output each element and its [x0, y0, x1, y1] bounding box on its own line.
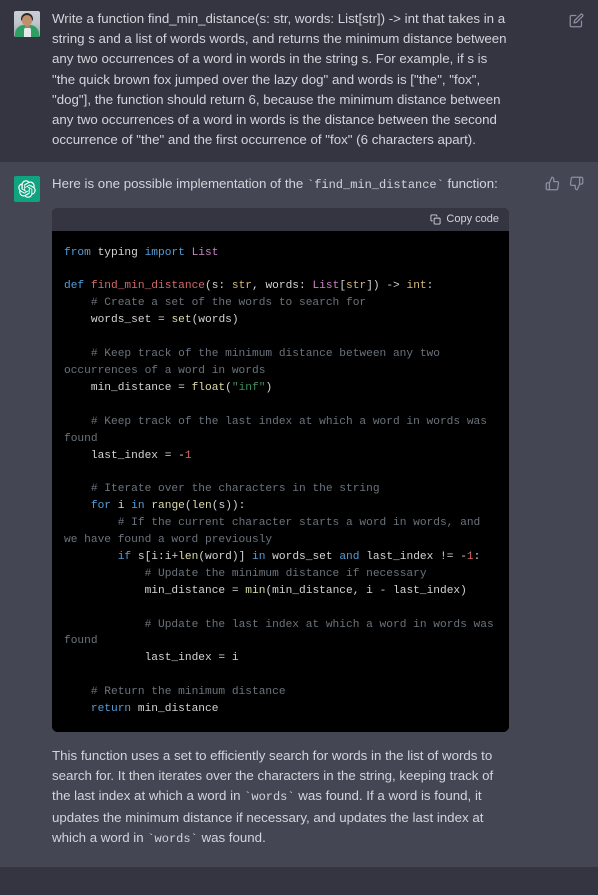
user-message-actions — [569, 13, 584, 28]
code-token: in — [252, 550, 266, 563]
code-token: # Update the last index at which a word … — [64, 618, 501, 648]
code-token: min_distance = — [64, 381, 192, 394]
code-token: s[i:i+ — [131, 550, 179, 563]
code-token: # Keep track of the minimum distance bet… — [64, 348, 447, 377]
code-token: last_index = — [64, 449, 179, 462]
conversation-thread: Write a function find_min_distance(s: st… — [0, 0, 598, 868]
code-token: words_set = — [64, 314, 172, 327]
code-token: for — [64, 500, 112, 513]
code-token: ) — [265, 381, 273, 394]
code-token: ( — [184, 500, 192, 513]
code-token: # If the current character starts a word… — [64, 517, 487, 547]
avatar-photo-face — [22, 15, 32, 26]
code-token: : — [473, 550, 481, 563]
code-block-header: Copy code — [52, 207, 509, 231]
user-avatar-column — [0, 9, 52, 150]
copy-code-button[interactable]: Copy code — [430, 213, 499, 225]
code-token: : — [426, 280, 434, 293]
code-token: ( — [225, 381, 232, 394]
user-message-body: Write a function find_min_distance(s: st… — [52, 9, 598, 150]
copy-code-label: Copy code — [446, 213, 499, 226]
assistant-intro-line: Here is one possible implementation of t… — [52, 174, 507, 195]
code-token: from — [64, 246, 98, 259]
user-message-text-container: Write a function find_min_distance(s: st… — [52, 9, 507, 150]
code-block: Copy code from typing import List def fi… — [52, 207, 509, 732]
code-token: return — [64, 703, 132, 716]
code-token: (words) — [191, 314, 239, 327]
assistant-closing-paragraph: This function uses a set to efficiently … — [52, 746, 507, 849]
code-token: range — [151, 500, 185, 513]
user-message-text: Write a function find_min_distance(s: st… — [52, 11, 507, 148]
assistant-message-row: Here is one possible implementation of t… — [0, 162, 598, 868]
code-token: min_distance — [131, 703, 219, 716]
assistant-avatar-column — [0, 174, 52, 849]
code-token: len — [191, 500, 212, 513]
code-content: from typing import List def find_min_dis… — [52, 230, 509, 732]
code-token: words_set — [265, 550, 340, 563]
code-token: 1 — [466, 550, 474, 563]
code-token: min_distance = — [64, 584, 246, 597]
assistant-message-actions — [545, 176, 584, 191]
code-token: i — [111, 500, 132, 513]
code-token: set — [171, 314, 192, 327]
code-token: ]) -> — [366, 280, 407, 293]
code-token: # Create a set of the words to search fo… — [64, 297, 367, 310]
code-token: import — [144, 246, 192, 259]
code-token: min — [245, 584, 266, 597]
code-token: str — [346, 280, 367, 293]
code-token: - — [178, 449, 185, 462]
chatgpt-logo-icon — [14, 176, 40, 203]
thumbs-up-icon[interactable] — [545, 176, 560, 191]
code-token: and — [339, 550, 360, 563]
clipboard-icon — [430, 214, 441, 225]
code-token: List — [191, 246, 219, 259]
code-token: float — [191, 381, 226, 394]
code-token: (min_distance, i - last_index) — [265, 584, 467, 597]
closing-part3: was found. — [197, 829, 266, 845]
user-message-row: Write a function find_min_distance(s: st… — [0, 0, 598, 163]
inline-code-words-2: `words` — [147, 831, 198, 846]
avatar-photo-shirt — [24, 27, 31, 37]
code-token: (s)): — [211, 500, 246, 513]
code-token: last_index != — [359, 550, 461, 563]
thumbs-down-icon[interactable] — [569, 176, 584, 191]
code-tokens: from typing import List def find_min_dis… — [64, 247, 500, 715]
code-token: (s: — [205, 280, 232, 293]
code-token: # Return the minimum distance — [64, 686, 286, 699]
code-token: , words: — [252, 280, 313, 293]
inline-code-find-min-distance: `find_min_distance` — [307, 178, 444, 193]
code-token: int — [406, 280, 427, 293]
code-token: str — [231, 280, 253, 293]
assistant-message-body: Here is one possible implementation of t… — [52, 174, 598, 849]
inline-code-words-1: `words` — [244, 790, 295, 805]
code-token: # Keep track of the last index at which … — [64, 415, 494, 445]
closing-paragraph-line: This function uses a set to efficiently … — [52, 746, 507, 849]
code-token: 1 — [184, 449, 192, 462]
edit-pencil-square-icon[interactable] — [569, 13, 584, 28]
intro-text-before: Here is one possible implementation of t… — [52, 176, 307, 192]
code-token: (word)] — [198, 550, 253, 563]
code-token: List — [312, 280, 340, 293]
code-token: last_index = i — [64, 652, 239, 665]
code-token: len — [178, 550, 199, 563]
code-token: # Iterate over the characters in the str… — [64, 483, 380, 496]
code-token: typing — [97, 246, 145, 259]
code-token: if — [64, 550, 132, 563]
user-avatar-photo — [14, 11, 40, 37]
assistant-intro-paragraph: Here is one possible implementation of t… — [52, 174, 507, 195]
code-token: - — [460, 550, 467, 563]
code-token: in — [131, 500, 145, 513]
intro-text-after: function: — [443, 176, 498, 192]
code-token: find_min_distance — [90, 280, 205, 293]
code-token: def — [64, 280, 91, 293]
code-token: # Update the minimum distance if necessa… — [64, 567, 427, 580]
code-token: "inf" — [231, 381, 266, 394]
